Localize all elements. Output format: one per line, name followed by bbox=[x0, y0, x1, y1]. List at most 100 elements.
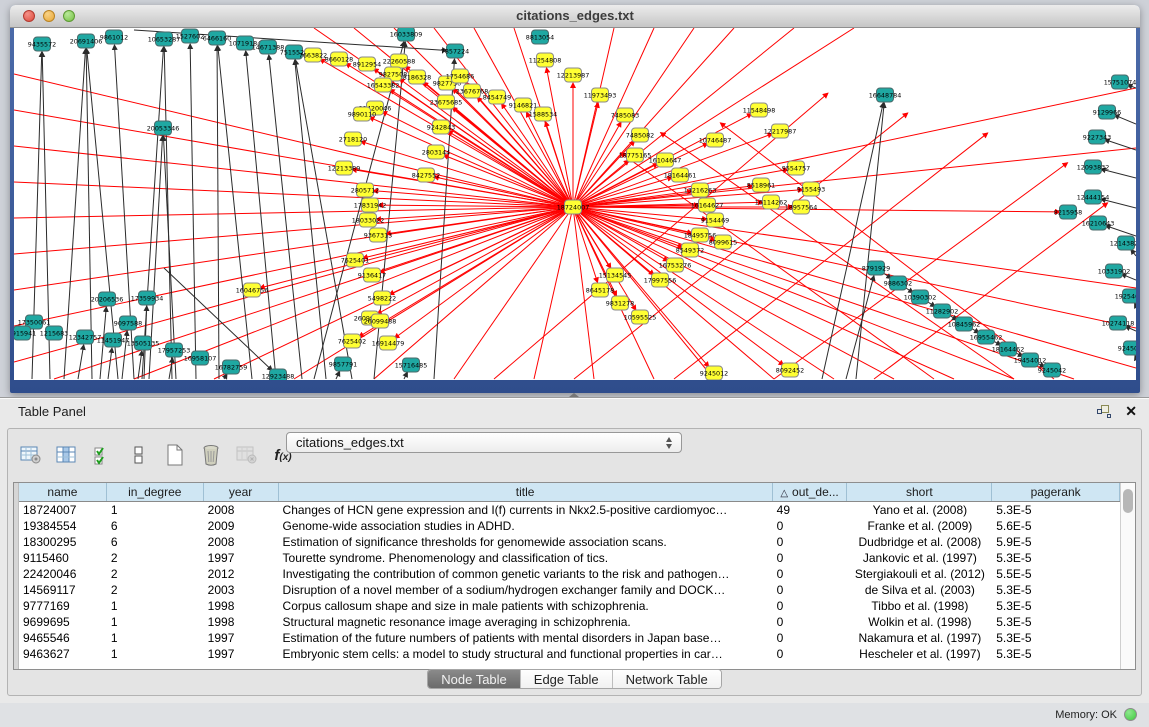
graph-node[interactable]: 7625402 bbox=[338, 334, 366, 348]
svg-text:1588534: 1588534 bbox=[529, 110, 557, 118]
column-header-out_de[interactable]: △out_de... bbox=[773, 483, 848, 501]
column-header-year[interactable]: year bbox=[204, 483, 279, 501]
graph-node[interactable]: 7485083 bbox=[611, 108, 639, 122]
table-selector-dropdown[interactable]: citations_edges.txt bbox=[286, 432, 682, 453]
svg-text:9155493: 9155493 bbox=[797, 185, 825, 193]
graph-node[interactable]: 17997556 bbox=[644, 273, 677, 287]
graph-node[interactable]: 9154469 bbox=[701, 213, 729, 227]
float-panel-icon[interactable] bbox=[1097, 405, 1111, 418]
graph-node[interactable]: 2718120 bbox=[339, 132, 367, 146]
graph-node[interactable]: 16753276 bbox=[659, 258, 692, 272]
graph-node[interactable]: 10595525 bbox=[624, 310, 657, 324]
graph-node[interactable]: 16033809 bbox=[390, 28, 423, 41]
svg-text:9227343: 9227343 bbox=[1083, 133, 1111, 141]
table-row[interactable]: 2242004622012Investigating the contribut… bbox=[19, 566, 1120, 582]
graph-node[interactable]: 8912954 bbox=[353, 57, 381, 71]
tab-node-table[interactable]: Node Table bbox=[428, 670, 521, 688]
graph-node[interactable]: 20691406 bbox=[70, 34, 103, 48]
table-row[interactable]: 1872400712008Changes of HCN gene express… bbox=[19, 502, 1120, 518]
graph-node[interactable]: 18957564 bbox=[785, 200, 818, 214]
graph-node[interactable]: 19254022 bbox=[1115, 289, 1136, 303]
graph-node[interactable]: 9831278 bbox=[606, 296, 634, 310]
table-row[interactable]: 946554611997Estimation of the future num… bbox=[19, 630, 1120, 646]
table-mode-icon[interactable] bbox=[16, 442, 46, 468]
graph-node[interactable]: 9861012 bbox=[100, 30, 128, 44]
graph-node[interactable]: 16782759 bbox=[215, 360, 248, 374]
graph-node[interactable]: 8791929 bbox=[862, 261, 890, 275]
minimize-window-icon[interactable] bbox=[43, 10, 55, 22]
graph-node[interactable]: 9886302 bbox=[884, 276, 912, 290]
graph-node[interactable]: 12213389 bbox=[328, 161, 361, 175]
table-row[interactable]: 1456911722003Disruption of a novel membe… bbox=[19, 582, 1120, 598]
graph-node[interactable]: 17359934 bbox=[131, 291, 164, 305]
network-canvas[interactable]: 1872400794355722069140698610121065328715… bbox=[14, 28, 1136, 380]
graph-node[interactable]: 11548498 bbox=[743, 103, 776, 117]
graph-node[interactable]: 12093832 bbox=[1077, 160, 1110, 174]
graph-node[interactable]: 11451947 bbox=[97, 333, 130, 347]
graph-node[interactable]: 9129966 bbox=[1093, 105, 1121, 119]
graph-node[interactable]: 16046756 bbox=[236, 283, 269, 297]
graph-node[interactable]: 7857224 bbox=[441, 44, 469, 58]
column-header-in_degree[interactable]: in_degree bbox=[107, 483, 204, 501]
graph-node[interactable]: 6466160 bbox=[203, 31, 231, 45]
column-visibility-icon[interactable] bbox=[52, 442, 82, 468]
graph-node[interactable]: 15751074 bbox=[1104, 75, 1136, 89]
svg-text:8092452: 8092452 bbox=[776, 366, 804, 374]
graph-node[interactable]: 9155493 bbox=[797, 182, 825, 196]
svg-text:16210643: 16210643 bbox=[1082, 219, 1115, 227]
table-row[interactable]: 911546021997Tourette syndrome. Phenomeno… bbox=[19, 550, 1120, 566]
graph-node[interactable]: 9245012 bbox=[700, 366, 728, 380]
delete-column-icon[interactable] bbox=[196, 442, 226, 468]
graph-node[interactable]: 9245092 bbox=[1118, 341, 1136, 355]
graph-node[interactable]: 8813054 bbox=[526, 30, 554, 44]
table-row[interactable]: 946362711997Embryonic stem cells: a mode… bbox=[19, 646, 1120, 662]
graph-node[interactable]: 16164627 bbox=[691, 198, 724, 212]
svg-text:5498222: 5498222 bbox=[368, 294, 396, 302]
graph-node[interactable]: 15716485 bbox=[395, 358, 428, 372]
graph-node[interactable]: 12217987 bbox=[764, 124, 797, 138]
svg-text:19454012: 19454012 bbox=[1014, 356, 1047, 364]
row-height-icon[interactable] bbox=[124, 442, 154, 468]
close-panel-icon[interactable]: ✕ bbox=[1125, 403, 1137, 419]
graph-node[interactable]: 20053346 bbox=[147, 121, 180, 135]
select-rows-icon[interactable] bbox=[88, 442, 118, 468]
graph-node[interactable]: 16955462 bbox=[970, 330, 1003, 344]
table-row[interactable]: 1830029562008Estimation of significance … bbox=[19, 534, 1120, 550]
graph-node[interactable]: 12444154 bbox=[1077, 190, 1110, 204]
tab-network-table[interactable]: Network Table bbox=[613, 670, 721, 688]
table-scrollbar[interactable] bbox=[1120, 483, 1135, 669]
graph-node[interactable]: 16648784 bbox=[869, 88, 902, 102]
column-header-short[interactable]: short bbox=[847, 483, 992, 501]
graph-node[interactable]: 18164462 bbox=[992, 342, 1025, 356]
graph-node[interactable]: 2803144 bbox=[422, 145, 450, 159]
graph-node[interactable]: 11254808 bbox=[529, 53, 562, 67]
graph-node[interactable]: 8215958 bbox=[1054, 205, 1082, 219]
graph-node[interactable]: 9435572 bbox=[28, 37, 56, 51]
graph-node[interactable]: 8518961 bbox=[747, 178, 775, 192]
column-header-name[interactable]: name bbox=[19, 483, 107, 501]
table-row[interactable]: 969969511998Structural magnetic resonanc… bbox=[19, 614, 1120, 630]
graph-node[interactable]: 23675685 bbox=[430, 95, 463, 109]
graph-node[interactable]: 10390302 bbox=[904, 290, 937, 304]
graph-node[interactable]: 18164461 bbox=[664, 168, 697, 182]
column-header-title[interactable]: title bbox=[279, 483, 773, 501]
tab-edge-table[interactable]: Edge Table bbox=[521, 670, 613, 688]
graph-node[interactable]: 12213987 bbox=[557, 68, 590, 82]
table-row[interactable]: 1938455462009Genome-wide association stu… bbox=[19, 518, 1120, 534]
table-type-tabs: Node TableEdge TableNetwork Table bbox=[427, 669, 722, 689]
close-window-icon[interactable] bbox=[23, 10, 35, 22]
network-window-titlebar[interactable]: citations_edges.txt bbox=[10, 5, 1140, 28]
network-view-window[interactable]: citations_edges.txt 18724007943557220691… bbox=[10, 5, 1140, 393]
graph-node[interactable]: 1215683 bbox=[40, 326, 68, 340]
graph-node[interactable]: 7485082 bbox=[626, 128, 654, 142]
zoom-window-icon[interactable] bbox=[63, 10, 75, 22]
graph-node[interactable]: 11973493 bbox=[584, 88, 617, 102]
new-column-icon[interactable] bbox=[160, 442, 190, 468]
column-header-pagerank[interactable]: pagerank bbox=[992, 483, 1120, 501]
table-row[interactable]: 977716911998Corpus callosum shape and si… bbox=[19, 598, 1120, 614]
graph-node[interactable]: 9857791 bbox=[329, 357, 357, 371]
graph-node[interactable]: 9227343 bbox=[1083, 130, 1111, 144]
scrollbar-thumb[interactable] bbox=[1123, 489, 1133, 513]
graph-node[interactable]: 12923488 bbox=[262, 369, 295, 380]
graph-node[interactable]: 12143821 bbox=[1110, 236, 1136, 250]
